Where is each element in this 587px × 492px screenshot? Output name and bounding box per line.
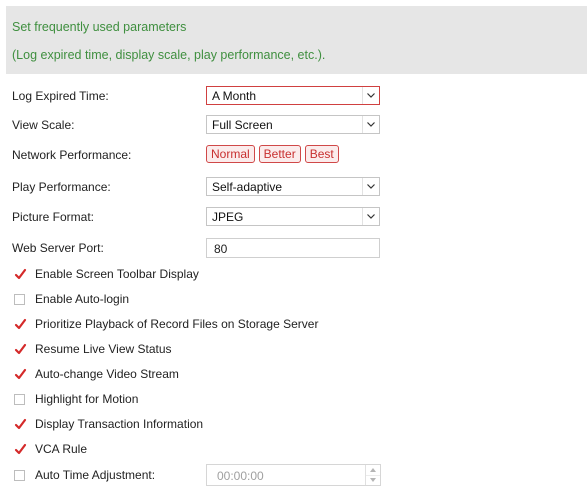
checkbox[interactable] <box>14 368 27 380</box>
network-better-button[interactable]: Better <box>258 145 301 163</box>
web-server-port-input[interactable]: 80 <box>206 238 380 258</box>
checkbox[interactable] <box>14 268 27 280</box>
checkbox-label: Highlight for Motion <box>35 392 139 406</box>
play-performance-label: Play Performance: <box>12 180 111 194</box>
checkbox-label: VCA Rule <box>35 442 88 456</box>
play-performance-select[interactable]: Self-adaptive <box>206 177 380 196</box>
network-best-button[interactable]: Best <box>304 145 339 163</box>
chevron-down-icon[interactable] <box>362 87 379 104</box>
checkbox-label: Enable Auto-login <box>35 292 130 306</box>
chevron-down-icon[interactable] <box>362 208 379 225</box>
checkbox[interactable] <box>14 443 27 455</box>
row-network-performance: Network Performance: Normal Better Best <box>12 145 572 167</box>
checkbox-row: Resume Live View Status <box>12 341 572 359</box>
time-spinner <box>365 465 380 485</box>
checkbox[interactable] <box>14 343 27 355</box>
checkbox[interactable] <box>14 394 25 405</box>
checkbox-row: Enable Auto-login <box>12 291 572 309</box>
auto-time-adjustment-checkbox[interactable] <box>14 470 25 481</box>
checkbox-row: Display Transaction Information <box>12 416 572 434</box>
view-scale-value: Full Screen <box>212 118 273 132</box>
checkbox[interactable] <box>14 294 25 305</box>
play-performance-value: Self-adaptive <box>212 180 283 194</box>
picture-format-select[interactable]: JPEG <box>206 207 380 226</box>
row-play-performance: Play Performance: Self-adaptive <box>12 177 572 199</box>
view-scale-label: View Scale: <box>12 118 75 132</box>
checkbox-label: Auto-change Video Stream <box>35 367 179 381</box>
banner-title: Set frequently used parameters <box>12 20 187 34</box>
checkbox-row: Prioritize Playback of Record Files on S… <box>12 316 572 334</box>
row-log-expired-time: Log Expired Time: A Month <box>12 86 572 108</box>
chevron-down-icon[interactable] <box>362 178 379 195</box>
auto-time-value: 00:00:00 <box>217 469 264 483</box>
checkbox-label: Prioritize Playback of Record Files on S… <box>35 317 319 331</box>
checkbox-label: Display Transaction Information <box>35 417 204 431</box>
log-expired-time-label: Log Expired Time: <box>12 89 109 103</box>
view-scale-select[interactable]: Full Screen <box>206 115 380 134</box>
network-normal-button[interactable]: Normal <box>206 145 255 163</box>
checkbox[interactable] <box>14 418 27 430</box>
auto-time-input[interactable]: 00:00:00 <box>206 464 381 486</box>
spin-down-icon[interactable] <box>366 475 380 485</box>
web-server-port-label: Web Server Port: <box>12 241 104 255</box>
checkbox-label: Enable Screen Toolbar Display <box>35 267 199 281</box>
checkbox[interactable] <box>14 318 27 330</box>
log-expired-time-select[interactable]: A Month <box>206 86 380 105</box>
picture-format-value: JPEG <box>212 210 244 224</box>
picture-format-label: Picture Format: <box>12 210 95 224</box>
network-performance-options: Normal Better Best <box>206 145 343 165</box>
auto-time-adjustment-row: Auto Time Adjustment: 00:00:00 <box>12 464 572 486</box>
web-server-port-value: 80 <box>214 242 228 256</box>
row-web-server-port: Web Server Port: 80 <box>12 238 572 260</box>
log-expired-time-value: A Month <box>212 89 257 103</box>
auto-time-adjustment-label: Auto Time Adjustment: <box>35 468 156 482</box>
banner-subtitle: (Log expired time, display scale, play p… <box>12 48 326 62</box>
row-picture-format: Picture Format: JPEG <box>12 207 572 229</box>
checkbox-row: Enable Screen Toolbar Display <box>12 266 572 284</box>
row-view-scale: View Scale: Full Screen <box>12 115 572 137</box>
checkbox-label: Resume Live View Status <box>35 342 172 356</box>
checkbox-row: VCA Rule <box>12 441 572 459</box>
checkbox-row: Highlight for Motion <box>12 391 572 409</box>
chevron-down-icon[interactable] <box>362 116 379 133</box>
info-banner: Set frequently used parameters (Log expi… <box>6 6 587 74</box>
checkbox-row: Auto-change Video Stream <box>12 366 572 384</box>
network-performance-label: Network Performance: <box>12 148 132 162</box>
